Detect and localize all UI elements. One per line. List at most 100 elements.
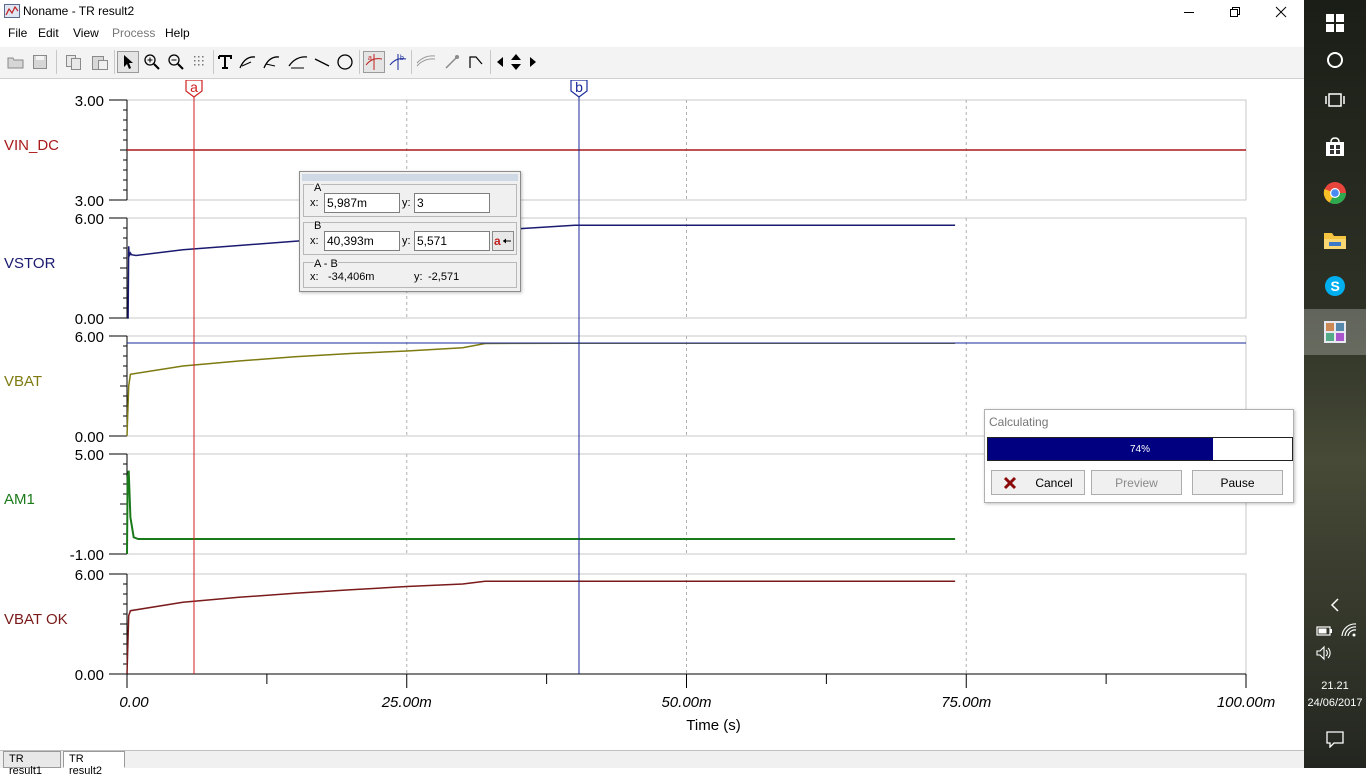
tina-app-icon [1324, 321, 1346, 343]
cursor-b-label: B [314, 220, 322, 232]
svg-text:S: S [1331, 278, 1340, 294]
task-view-button[interactable] [1304, 77, 1366, 123]
close-icon [1275, 6, 1287, 18]
a-x-field[interactable]: 5,987m [324, 193, 400, 213]
taskbar-file-explorer[interactable] [1304, 217, 1366, 263]
a-y-field[interactable]: 3 [414, 193, 490, 213]
taskbar-tina[interactable] [1304, 309, 1366, 355]
preview-button[interactable]: Preview [1091, 470, 1182, 495]
x-tick-label: 50.00m [661, 694, 711, 711]
y-tick-label: 6.00 [75, 567, 104, 584]
grid-button[interactable] [189, 51, 211, 73]
curve-label-button[interactable] [261, 51, 283, 73]
menu-view[interactable]: View [73, 26, 99, 40]
title-bar: Noname - TR result2 [0, 0, 1304, 24]
cursor-b-group: B x: 40,393m y: 5,571 a [303, 220, 517, 255]
save-button[interactable] [29, 51, 51, 73]
menu-help[interactable]: Help [165, 26, 190, 40]
grid-icon [194, 56, 204, 66]
clock-date[interactable]: 24/06/2017 [1304, 697, 1366, 709]
paste-icon [92, 56, 108, 70]
circle-tool-button[interactable] [334, 51, 356, 73]
y-tick-label: 0.00 [75, 429, 104, 446]
probe-button[interactable] [441, 51, 463, 73]
taskbar-skype[interactable]: S [1304, 263, 1366, 309]
series-label: VBAT [4, 373, 42, 390]
cursor-values-dialog[interactable]: A x: 5,987m y: 3 B x: 40,393m y: 5,571 a… [299, 171, 521, 292]
speaker-icon [1316, 645, 1331, 661]
restore-icon [1230, 7, 1240, 17]
save-icon [33, 55, 47, 69]
waveform-button[interactable] [415, 51, 437, 73]
zoom-out-button[interactable] [165, 51, 187, 73]
step-button[interactable] [465, 51, 487, 73]
preview-label: Preview [1115, 475, 1158, 490]
b-x-prefix: x: [310, 235, 319, 247]
y-tick-label: 0.00 [75, 311, 104, 328]
series-line [126, 470, 956, 555]
swap-cursor-button[interactable]: a [492, 231, 514, 251]
b-y-field[interactable]: 5,571 [414, 231, 490, 251]
clock-time[interactable]: 21.21 [1304, 680, 1366, 692]
step-icon [469, 56, 483, 68]
cursor-a-button[interactable]: a [363, 51, 385, 73]
paste-button[interactable] [89, 51, 111, 73]
cursor-a-label: a [190, 80, 198, 95]
circle-icon [337, 54, 353, 70]
wifi-button[interactable] [1340, 622, 1358, 638]
calculating-dialog: Calculating 74% Cancel Preview Pause [984, 409, 1294, 503]
select-tool-button[interactable] [117, 51, 139, 73]
text-tool-button[interactable] [214, 51, 236, 73]
restore-button[interactable] [1212, 0, 1258, 24]
cursor-b-button[interactable]: b [387, 51, 409, 73]
x-tick-label: 0.00 [119, 694, 149, 711]
axis-label-button[interactable] [287, 51, 309, 73]
cancel-button[interactable]: Cancel [991, 470, 1085, 495]
pointer-icon [124, 55, 133, 69]
move-right-button[interactable] [526, 51, 540, 73]
menu-bar: File Edit View Process Help [0, 24, 1304, 44]
x-tick-label: 75.00m [941, 694, 991, 711]
curve-label-icon [263, 56, 280, 69]
menu-file[interactable]: File [8, 26, 27, 40]
probe-icon [445, 55, 459, 69]
series-label: VSTOR [4, 255, 56, 272]
dialog-title-bar[interactable] [302, 174, 518, 181]
taskbar-chrome[interactable] [1304, 170, 1366, 216]
volume-button[interactable] [1316, 645, 1334, 661]
show-hidden-icons-button[interactable] [1304, 583, 1366, 627]
difference-label: A - B [314, 258, 338, 270]
cortana-circle-icon [1327, 52, 1343, 68]
open-button[interactable] [5, 51, 27, 73]
action-center-button[interactable] [1304, 716, 1366, 762]
pause-button[interactable]: Pause [1192, 470, 1283, 495]
y-tick-label: 6.00 [75, 211, 104, 228]
menu-edit[interactable]: Edit [38, 26, 59, 40]
tab-tr-result1[interactable]: TR result1 [3, 751, 61, 777]
svg-text:b: b [400, 55, 404, 62]
y-tick-label: 6.00 [75, 329, 104, 346]
y-tick-label: 3.00 [75, 93, 104, 110]
close-window-button[interactable] [1258, 0, 1304, 24]
move-vertical-button[interactable] [507, 51, 525, 73]
taskbar-store[interactable] [1304, 124, 1366, 170]
tab-tr-result2[interactable]: TR result2 [63, 751, 125, 777]
toolbar: a b [0, 47, 1304, 79]
move-left-button[interactable] [493, 51, 507, 73]
b-x-field[interactable]: 40,393m [324, 231, 400, 251]
line-tool-button[interactable] [311, 51, 333, 73]
a-x-prefix: x: [310, 197, 319, 209]
cancel-label: Cancel [1035, 475, 1073, 490]
windows-logo-icon [1326, 14, 1344, 32]
menu-process[interactable]: Process [112, 26, 155, 40]
chrome-icon [1323, 182, 1346, 204]
copy-button[interactable] [63, 51, 85, 73]
svg-text:a: a [368, 55, 372, 62]
cursor-a-label: A [314, 182, 322, 194]
battery-icon [1316, 626, 1332, 636]
battery-button[interactable] [1316, 624, 1334, 638]
zoom-in-button[interactable] [141, 51, 163, 73]
y-tick-label: 0.00 [75, 667, 104, 684]
minimize-button[interactable] [1166, 0, 1212, 24]
curve-tool-button[interactable] [237, 51, 259, 73]
